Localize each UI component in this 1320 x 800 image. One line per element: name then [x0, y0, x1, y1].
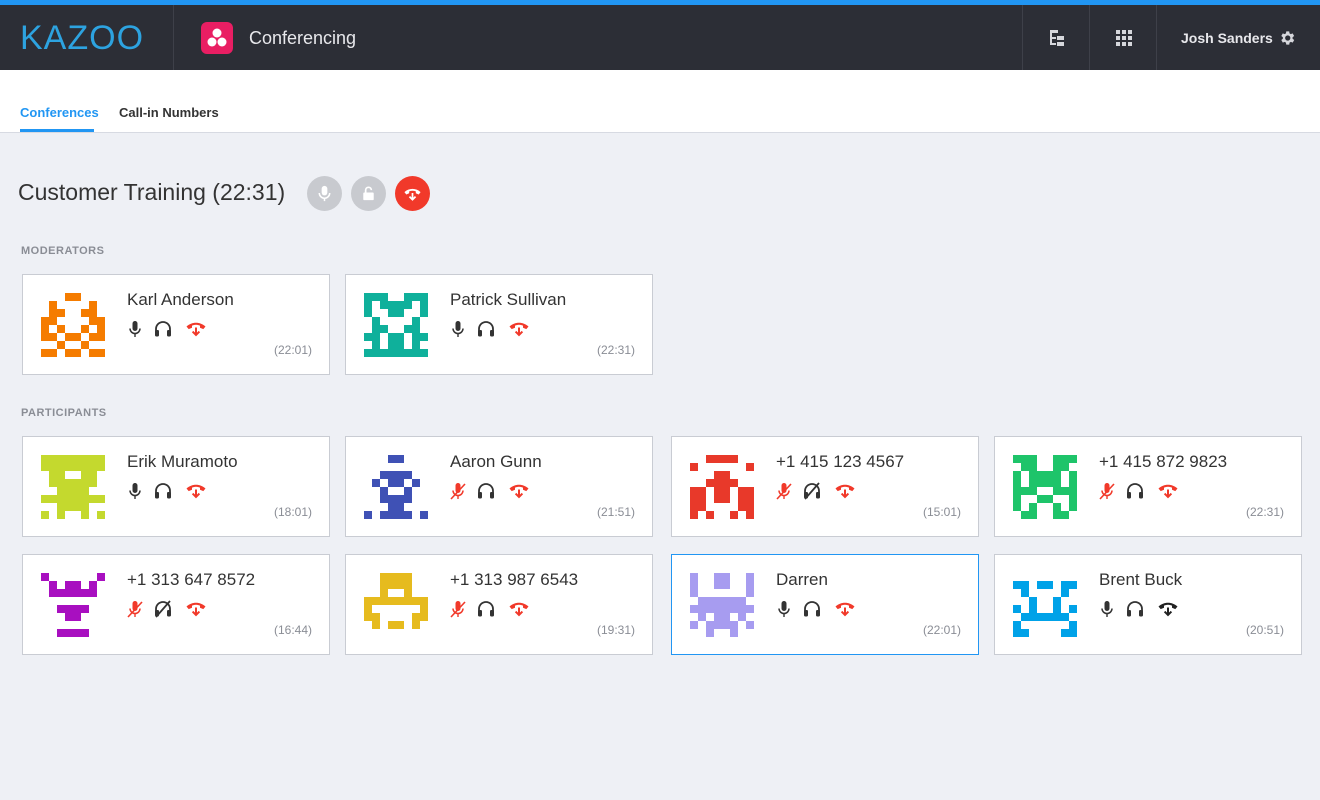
- hangup-icon[interactable]: [508, 599, 529, 619]
- avatar: [690, 455, 754, 519]
- active-tab-indicator: [20, 129, 94, 132]
- microphone-icon[interactable]: [1097, 599, 1117, 619]
- call-duration: (16:44): [273, 623, 312, 637]
- divider: [173, 5, 174, 70]
- top-navigation-bar: KAZOO Conferencing Josh Sanders: [0, 5, 1320, 70]
- user-menu[interactable]: Josh Sanders: [1156, 5, 1320, 70]
- microphone-icon[interactable]: [125, 319, 145, 339]
- hangup-icon: [404, 188, 421, 201]
- microphone-muted-icon[interactable]: [448, 481, 468, 501]
- participant-name: +1 415 872 9823: [1099, 452, 1228, 471]
- conference-title: Customer Training (22:31): [18, 179, 286, 205]
- headphones-muted-icon[interactable]: [153, 599, 173, 619]
- call-duration: (19:31): [596, 623, 635, 637]
- call-duration: (22:31): [596, 343, 635, 357]
- avatar: [41, 455, 105, 519]
- participant-name: Brent Buck: [1099, 570, 1183, 589]
- participant-card[interactable]: Darren (22:01): [671, 554, 979, 655]
- microphone-muted-icon[interactable]: [1097, 481, 1117, 501]
- hangup-all-button[interactable]: [395, 176, 430, 211]
- call-duration: (15:01): [922, 505, 961, 519]
- hangup-icon[interactable]: [1157, 481, 1178, 501]
- participant-name: Aaron Gunn: [450, 452, 542, 471]
- headphones-muted-icon[interactable]: [802, 481, 822, 501]
- microphone-muted-icon[interactable]: [774, 481, 794, 501]
- hangup-icon[interactable]: [1157, 599, 1178, 619]
- moderator-card[interactable]: Karl Anderson (22:01): [22, 274, 330, 375]
- call-duration: (22:01): [922, 623, 961, 637]
- participant-card[interactable]: Brent Buck (20:51): [994, 554, 1302, 655]
- participant-name: +1 313 987 6543: [450, 570, 579, 589]
- participant-name: +1 415 123 4567: [776, 452, 905, 471]
- avatar: [41, 573, 105, 637]
- lock-conference-button[interactable]: [351, 176, 386, 211]
- avatar: [1013, 573, 1077, 637]
- app-title: Conferencing: [249, 28, 357, 48]
- call-duration: (22:01): [273, 343, 312, 357]
- user-name: Josh Sanders: [1181, 30, 1273, 46]
- tab-bar: Conferences Call-in Numbers: [0, 70, 1320, 133]
- participant-name: Darren: [776, 570, 828, 589]
- call-duration: (20:51): [1245, 623, 1284, 637]
- moderator-card[interactable]: Patrick Sullivan (22:31): [345, 274, 653, 375]
- participant-card[interactable]: +1 415 872 9823 (22:31): [994, 436, 1302, 537]
- avatar: [364, 293, 428, 357]
- hangup-icon[interactable]: [508, 481, 529, 501]
- hangup-icon[interactable]: [508, 319, 529, 339]
- avatar: [364, 573, 428, 637]
- call-duration: (21:51): [596, 505, 635, 519]
- hangup-icon[interactable]: [185, 599, 206, 619]
- hangup-icon[interactable]: [185, 319, 206, 339]
- settings-gear-icon[interactable]: [1278, 29, 1296, 47]
- participant-card[interactable]: +1 415 123 4567 (15:01): [671, 436, 979, 537]
- app-tree-button[interactable]: [1022, 5, 1089, 70]
- microphone-icon: [318, 185, 331, 202]
- mute-all-button[interactable]: [307, 176, 342, 211]
- headphones-icon[interactable]: [1125, 481, 1145, 501]
- avatar: [41, 293, 105, 357]
- hangup-icon[interactable]: [834, 599, 855, 619]
- headphones-icon[interactable]: [153, 481, 173, 501]
- microphone-muted-icon[interactable]: [125, 599, 145, 619]
- participant-card[interactable]: Aaron Gunn (21:51): [345, 436, 653, 537]
- participant-card[interactable]: Erik Muramoto (18:01): [22, 436, 330, 537]
- participant-name: +1 313 647 8572: [127, 570, 256, 589]
- microphone-icon[interactable]: [125, 481, 145, 501]
- hangup-icon[interactable]: [185, 481, 206, 501]
- avatar: [1013, 455, 1077, 519]
- call-duration: (22:31): [1245, 505, 1284, 519]
- headphones-icon[interactable]: [802, 599, 822, 619]
- microphone-muted-icon[interactable]: [448, 599, 468, 619]
- apps-grid-button[interactable]: [1089, 5, 1156, 70]
- participants-heading: PARTICIPANTS: [21, 407, 107, 419]
- participant-card[interactable]: +1 313 647 8572 (16:44): [22, 554, 330, 655]
- tab-call-in-numbers[interactable]: Call-in Numbers: [119, 105, 219, 120]
- apps-grid-icon: [1116, 30, 1132, 46]
- headphones-icon[interactable]: [476, 319, 496, 339]
- participant-name: Patrick Sullivan: [450, 290, 567, 309]
- avatar: [690, 573, 754, 637]
- headphones-icon[interactable]: [476, 599, 496, 619]
- tab-conferences[interactable]: Conferences: [20, 105, 99, 120]
- call-duration: (18:01): [273, 505, 312, 519]
- hangup-icon[interactable]: [834, 481, 855, 501]
- conferencing-app-icon: [201, 22, 233, 54]
- participant-name: Erik Muramoto: [127, 452, 238, 471]
- moderators-heading: MODERATORS: [21, 245, 105, 257]
- app-tree-icon: [1050, 30, 1064, 46]
- headphones-icon[interactable]: [476, 481, 496, 501]
- avatar: [364, 455, 428, 519]
- microphone-icon[interactable]: [774, 599, 794, 619]
- microphone-icon[interactable]: [448, 319, 468, 339]
- participant-card[interactable]: +1 313 987 6543 (19:31): [345, 554, 653, 655]
- headphones-icon[interactable]: [1125, 599, 1145, 619]
- unlock-icon: [363, 186, 374, 201]
- kazoo-logo[interactable]: KAZOO: [20, 21, 144, 55]
- headphones-icon[interactable]: [153, 319, 173, 339]
- participant-name: Karl Anderson: [127, 290, 234, 309]
